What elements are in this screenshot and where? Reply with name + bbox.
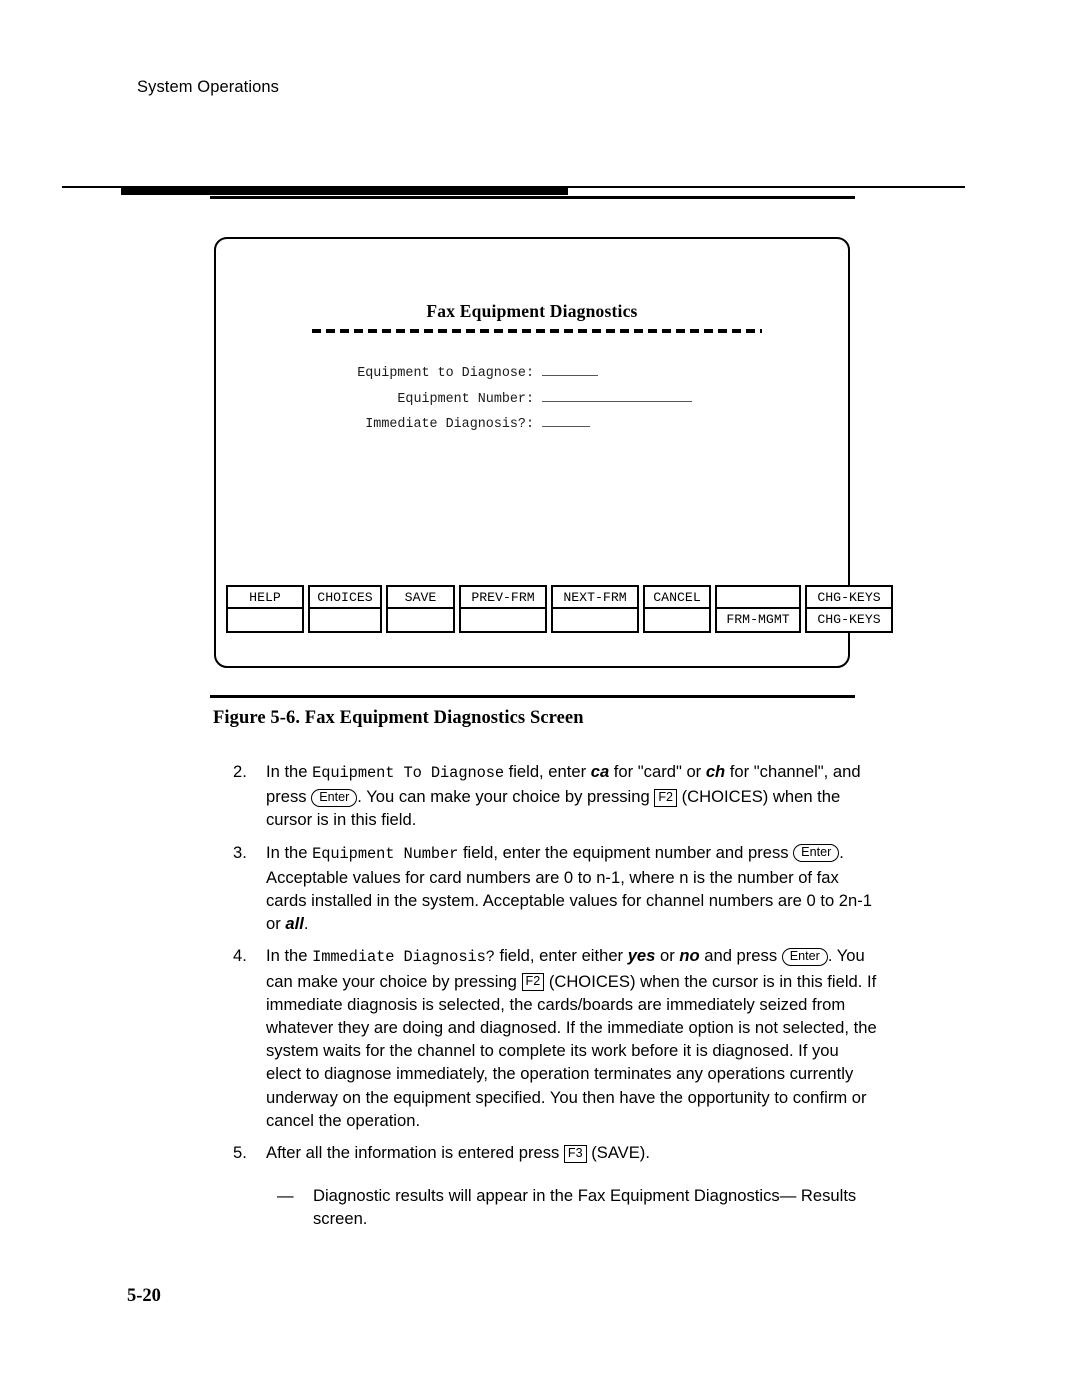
field-name-monospace: Equipment Number (312, 844, 459, 863)
step-number: 2. (233, 762, 247, 781)
function-key-cell[interactable]: CANCEL (643, 585, 711, 633)
procedure-step: 5. After all the information is entered p… (233, 1141, 878, 1164)
function-key-cell[interactable]: FRM-MGMT (715, 585, 801, 633)
step-body: After all the information is entered pre… (266, 1143, 650, 1163)
function-key-cell[interactable]: NEXT-FRM (551, 585, 639, 633)
step-body: In the Equipment To Diagnose field, ente… (266, 762, 861, 829)
step-number: 5. (233, 1143, 247, 1163)
form-row-equipment-number: Equipment Number: (216, 387, 848, 413)
function-key-bar: HELP CHOICES SAVE PREV-FRM NEXT-FRM CANCEL FRM… (226, 585, 893, 633)
step-number: 4. (233, 946, 247, 966)
running-head: System Operations (137, 78, 280, 96)
function-key-label-bottom (388, 609, 453, 631)
em-dash-bullet-icon: — (277, 1186, 294, 1206)
sub-bullet-item: — Diagnostic results will appear in the F… (233, 1184, 878, 1230)
function-key-label-top: PREV-FRM (461, 587, 545, 609)
step-text: field, enter either (494, 946, 628, 966)
step-text: After all the information is entered pre… (266, 1143, 564, 1163)
function-key-label-bottom: FRM-MGMT (726, 612, 790, 627)
function-key-icon[interactable]: F3 (563, 1144, 587, 1163)
form-row-immediate-diagnosis: Immediate Diagnosis?: (216, 412, 848, 438)
function-key-label-bottom (553, 609, 637, 631)
screen-title-divider (312, 329, 762, 333)
label-equipment-number: Equipment Number: (397, 391, 534, 407)
step-text: field, enter the equipment number and pr… (458, 842, 794, 862)
input-equipment-number[interactable] (542, 389, 692, 402)
emphasis-value: ch (705, 762, 726, 781)
figure-rule-bottom (210, 695, 855, 698)
emphasis-value: no (679, 946, 700, 966)
step-body: In the Immediate Diagnosis? field, enter… (266, 946, 877, 1129)
step-text: . You can make your choice by pressing (357, 787, 655, 807)
step-text: In the (266, 762, 313, 781)
function-key-cell[interactable]: PREV-FRM (459, 585, 547, 633)
sub-bullet-text: Diagnostic results will appear in the Fa… (313, 1186, 857, 1229)
function-key-label-bottom (310, 609, 380, 631)
function-key-label-top: HELP (228, 587, 302, 609)
function-key-label-top (717, 587, 799, 609)
input-equipment-to-diagnose[interactable] (542, 363, 598, 376)
function-key-label-top: CHG-KEYS (807, 587, 891, 609)
emphasis-value: all (285, 914, 304, 934)
function-key-label-top: NEXT-FRM (553, 587, 637, 609)
procedure-step: 2. In the Equipment To Diagnose field, en… (233, 760, 878, 832)
procedure-step-list: 2. In the Equipment To Diagnose field, en… (233, 760, 878, 1237)
emphasis-value: ca (590, 762, 610, 781)
procedure-step: 3. In the Equipment Number field, enter t… (233, 841, 878, 936)
function-key-cell[interactable]: CHOICES (308, 585, 382, 633)
function-key-icon[interactable]: F2 (521, 973, 545, 992)
function-key-label-top: CHOICES (310, 587, 380, 609)
step-body: In the Equipment Number field, enter the… (266, 843, 872, 934)
enter-key-icon[interactable]: Enter (311, 788, 358, 807)
page-number: 5-20 (127, 1286, 161, 1306)
function-key-label-bottom: CHG-KEYS (817, 612, 881, 627)
function-key-cell[interactable]: SAVE (386, 585, 455, 633)
function-key-label-top: SAVE (388, 587, 453, 609)
label-immediate-diagnosis: Immediate Diagnosis?: (365, 417, 534, 432)
function-key-cell[interactable]: CHG-KEYS CHG-KEYS (805, 585, 893, 633)
step-text: (CHOICES) when the cursor is in this fie… (266, 971, 877, 1130)
function-key-label-bottom (645, 609, 709, 631)
function-key-label-top: CANCEL (645, 587, 709, 609)
screen-form-fields: Equipment to Diagnose: Equipment Number:… (216, 361, 848, 438)
input-immediate-diagnosis[interactable] (542, 414, 590, 427)
label-equipment-to-diagnose: Equipment to Diagnose: (357, 366, 534, 381)
step-number: 3. (233, 842, 247, 862)
step-text: or (655, 946, 680, 966)
step-text: (SAVE). (586, 1143, 650, 1163)
function-key-label-bottom (461, 609, 545, 631)
step-text: In the (266, 842, 313, 862)
step-text: for "card" or (609, 762, 706, 781)
figure-rule-top (210, 196, 855, 199)
function-key-label-bottom (228, 609, 302, 631)
enter-key-icon[interactable]: Enter (793, 844, 840, 863)
step-text: and press (699, 946, 782, 966)
figure-caption: Figure 5-6. Fax Equipment Diagnostics Sc… (213, 708, 584, 728)
function-key-cell[interactable]: HELP (226, 585, 304, 633)
procedure-step: 4. In the Immediate Diagnosis? field, ent… (233, 944, 878, 1132)
field-name-monospace: Equipment To Diagnose (312, 764, 504, 782)
enter-key-icon[interactable]: Enter (781, 947, 828, 966)
field-name-monospace: Immediate Diagnosis? (312, 948, 495, 967)
terminal-screen-mockup: Fax Equipment Diagnostics Equipment to D… (214, 237, 893, 668)
step-text: . (303, 914, 309, 934)
form-row-equipment-to-diagnose: Equipment to Diagnose: (216, 361, 848, 387)
header-rule-thick (121, 188, 568, 195)
emphasis-value: yes (627, 946, 656, 966)
screen-title: Fax Equipment Diagnostics (426, 301, 638, 321)
step-text: In the (266, 946, 313, 966)
function-key-icon[interactable]: F2 (654, 788, 678, 807)
step-text: field, enter (504, 762, 591, 781)
